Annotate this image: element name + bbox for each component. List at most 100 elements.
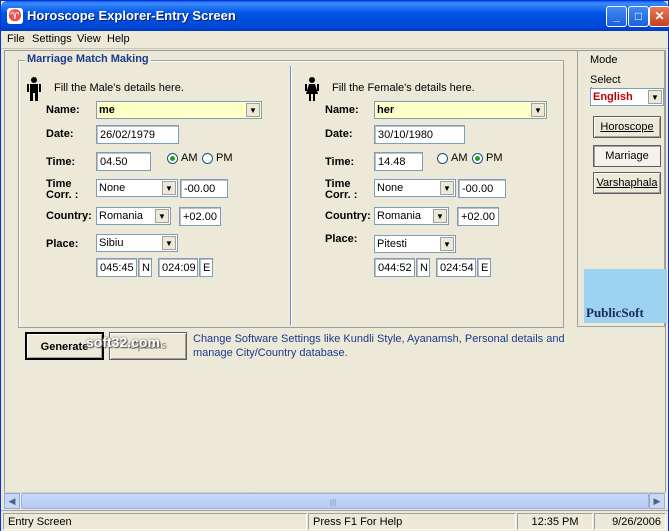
male-place-value: Sibiu xyxy=(99,237,124,249)
male-latitude-value: 045:45 xyxy=(100,262,134,274)
female-country-value: Romania xyxy=(377,210,422,222)
menu-bar: File Settings View Help xyxy=(1,31,668,49)
male-latitude-dir-field[interactable]: N xyxy=(138,258,152,277)
male-longitude-field[interactable]: 024:09 xyxy=(158,258,198,277)
horizontal-scrollbar[interactable]: ◀ ||| ▶ xyxy=(4,492,666,509)
female-am-radio[interactable] xyxy=(437,153,448,164)
chevron-down-icon[interactable]: ▼ xyxy=(433,209,447,223)
scrollbar-thumb[interactable]: ||| xyxy=(21,493,649,509)
watermark: soft32.com xyxy=(86,334,160,350)
male-country-offset-field[interactable]: +02.00 xyxy=(179,207,221,226)
marriage-mode-label: Marriage xyxy=(605,150,649,162)
female-place-value: Pitesti xyxy=(377,238,407,250)
male-am-label: AM xyxy=(181,152,198,164)
varshaphala-mode-button[interactable]: Varshaphala xyxy=(593,172,661,194)
minimize-button[interactable]: _ xyxy=(606,6,627,27)
female-date-label: Date: xyxy=(325,128,353,140)
female-longitude-dir-field[interactable]: E xyxy=(477,258,491,277)
scroll-left-icon[interactable]: ◀ xyxy=(4,493,20,509)
chevron-down-icon[interactable]: ▼ xyxy=(246,103,260,117)
publicsoft-ad-banner[interactable]: PublicSoft xyxy=(584,269,667,323)
male-timecorr-offset-field[interactable]: -00.00 xyxy=(180,179,228,198)
female-timecorr-offset-value: -00.00 xyxy=(462,183,494,195)
female-fill-label: Fill the Female's details here. xyxy=(332,82,475,94)
section-title: Marriage Match Making xyxy=(25,53,151,65)
status-time: 12:35 PM xyxy=(517,513,593,530)
horoscope-mode-button[interactable]: Horoscope xyxy=(593,116,661,138)
male-longitude-value: 024:09 xyxy=(162,262,196,274)
scroll-right-icon[interactable]: ▶ xyxy=(649,493,665,509)
female-name-value: her xyxy=(377,104,395,116)
menu-file[interactable]: File xyxy=(7,33,25,45)
generate-label: Generate xyxy=(40,341,89,353)
marriage-mode-button[interactable]: Marriage xyxy=(593,145,661,167)
female-timecorr-value: None xyxy=(377,182,404,194)
male-name-label: Name: xyxy=(46,104,80,116)
male-latitude-field[interactable]: 045:45 xyxy=(96,258,137,277)
male-am-radio[interactable] xyxy=(167,153,178,164)
male-date-field[interactable]: 26/02/1979 xyxy=(96,125,179,144)
female-timecorr-offset-field[interactable]: -00.00 xyxy=(458,179,506,198)
female-latitude-dir-field[interactable]: N xyxy=(416,258,430,277)
close-button[interactable]: ✕ xyxy=(649,6,669,27)
female-longitude-field[interactable]: 024:54 xyxy=(436,258,476,277)
male-timecorr-combo[interactable]: None ▼ xyxy=(96,179,178,197)
male-name-value: me xyxy=(99,104,115,116)
female-latitude-value: 044:52 xyxy=(378,262,412,274)
grip-icon: ||| xyxy=(330,498,337,507)
female-country-offset-field[interactable]: +02.00 xyxy=(457,207,499,226)
chevron-down-icon[interactable]: ▼ xyxy=(531,103,545,117)
female-time-field[interactable]: 14.48 xyxy=(374,152,423,171)
female-latitude-field[interactable]: 044:52 xyxy=(374,258,415,277)
male-longitude-dir-field[interactable]: E xyxy=(199,258,213,277)
menu-view[interactable]: View xyxy=(77,33,101,45)
female-name-label: Name: xyxy=(325,104,359,116)
language-value: English xyxy=(593,91,633,103)
chevron-down-icon[interactable]: ▼ xyxy=(440,237,454,251)
menu-settings[interactable]: Settings xyxy=(32,33,72,45)
male-country-combo[interactable]: Romania ▼ xyxy=(96,207,171,225)
male-date-value: 26/02/1979 xyxy=(100,129,156,141)
female-icon xyxy=(305,77,319,101)
female-pm-radio[interactable] xyxy=(472,153,483,164)
chevron-down-icon[interactable]: ▼ xyxy=(648,90,662,104)
horoscope-app-icon[interactable]: ♈ xyxy=(7,8,23,24)
maximize-button[interactable]: □ xyxy=(628,6,649,27)
female-am-label: AM xyxy=(451,152,468,164)
male-country-offset-value: +02.00 xyxy=(183,211,217,223)
male-timecorr-label-line2: Corr. : xyxy=(46,189,79,201)
language-combo[interactable]: English ▼ xyxy=(590,88,664,106)
main-window: ♈ Horoscope Explorer-Entry Screen _ □ ✕ … xyxy=(0,0,669,531)
chevron-down-icon[interactable]: ▼ xyxy=(155,209,169,223)
male-icon xyxy=(27,77,41,101)
female-timecorr-label: Time Corr. : xyxy=(325,179,357,201)
male-place-combo[interactable]: Sibiu ▼ xyxy=(96,234,178,252)
female-place-label: Place: xyxy=(325,233,358,245)
female-name-combo[interactable]: her ▼ xyxy=(374,101,547,119)
client-area: Marriage Match Making Fill the Male's de… xyxy=(4,50,667,508)
female-time-value: 14.48 xyxy=(378,156,406,168)
title-bar[interactable]: ♈ Horoscope Explorer-Entry Screen _ □ ✕ xyxy=(1,1,669,31)
male-name-combo[interactable]: me ▼ xyxy=(96,101,262,119)
female-latitude-dir-value: N xyxy=(420,262,428,274)
male-time-value: 04.50 xyxy=(100,156,128,168)
female-place-combo[interactable]: Pitesti ▼ xyxy=(374,235,456,253)
female-country-combo[interactable]: Romania ▼ xyxy=(374,207,449,225)
male-date-label: Date: xyxy=(46,128,74,140)
male-place-label: Place: xyxy=(46,238,79,250)
chevron-down-icon[interactable]: ▼ xyxy=(162,236,176,250)
female-date-value: 30/10/1980 xyxy=(378,129,434,141)
varshaphala-mode-label: Varshaphala xyxy=(596,177,658,189)
female-longitude-dir-value: E xyxy=(481,262,489,274)
ad-text: PublicSoft xyxy=(586,305,644,320)
male-country-label: Country: xyxy=(46,210,92,222)
status-date: 9/26/2006 xyxy=(594,513,666,530)
chevron-down-icon[interactable]: ▼ xyxy=(440,181,454,195)
male-pm-radio[interactable] xyxy=(202,153,213,164)
female-country-label: Country: xyxy=(325,210,371,222)
male-time-field[interactable]: 04.50 xyxy=(96,152,151,171)
menu-help[interactable]: Help xyxy=(107,33,130,45)
chevron-down-icon[interactable]: ▼ xyxy=(162,181,176,195)
female-date-field[interactable]: 30/10/1980 xyxy=(374,125,465,144)
female-timecorr-combo[interactable]: None ▼ xyxy=(374,179,456,197)
